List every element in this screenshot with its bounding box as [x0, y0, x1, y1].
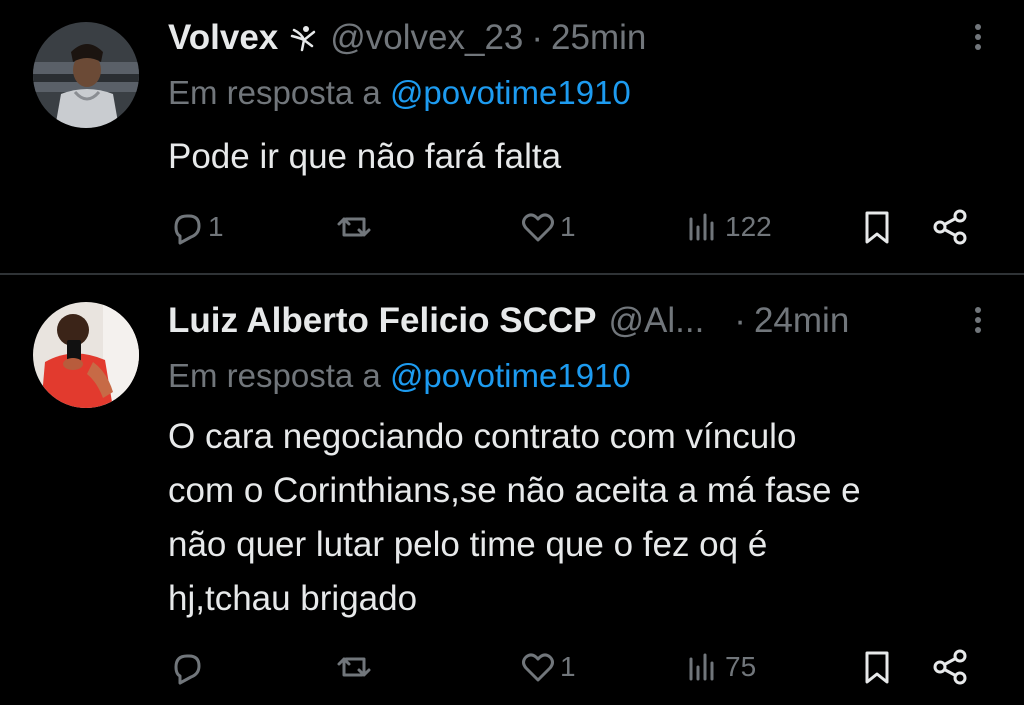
more-options-icon[interactable]	[972, 303, 984, 343]
avatar[interactable]	[33, 302, 139, 408]
tweet[interactable]: Luiz Alberto Felicio SCCP @Al... · 24min…	[0, 275, 1024, 705]
display-name[interactable]: Volvex	[168, 18, 278, 58]
bookmark-icon	[865, 211, 889, 244]
reply-prefix: Em resposta a	[168, 357, 381, 394]
display-name[interactable]: Luiz Alberto Felicio SCCP	[168, 301, 596, 341]
dancer-badge-icon	[288, 23, 318, 53]
like-button[interactable]: 1	[518, 645, 576, 689]
reply-button[interactable]: 1	[166, 205, 224, 249]
tweet-text: Pode ir que não fará falta	[168, 137, 562, 176]
separator-dot: ·	[734, 301, 746, 340]
bookmark-button[interactable]	[857, 645, 897, 689]
like-icon	[522, 653, 554, 682]
share-button[interactable]	[930, 205, 970, 249]
reply-button[interactable]	[166, 645, 208, 689]
avatar-photo	[33, 22, 139, 128]
bookmark-button[interactable]	[857, 205, 897, 249]
share-button[interactable]	[930, 645, 970, 689]
action-bar: 1 1 122	[0, 205, 1024, 249]
avatar-photo	[33, 302, 139, 408]
reply-context: Em resposta a @povotime1910	[168, 74, 631, 112]
retweet-button[interactable]	[334, 645, 374, 689]
timestamp[interactable]: 25min	[551, 18, 646, 58]
reply-icon	[174, 654, 201, 685]
reply-mention-link[interactable]: @povotime1910	[390, 74, 631, 111]
views-button[interactable]: 75	[683, 645, 756, 689]
tweet-header: Luiz Alberto Felicio SCCP @Al... · 24min	[168, 299, 849, 343]
like-count: 1	[560, 211, 576, 242]
view-count: 75	[725, 651, 757, 682]
share-icon	[933, 209, 967, 245]
tweet-text: O cara negociando contrato com vínculo c…	[168, 417, 861, 618]
like-button[interactable]: 1	[518, 205, 576, 249]
like-count: 1	[560, 651, 576, 682]
reply-mention-link[interactable]: @povotime1910	[390, 357, 631, 394]
reply-prefix: Em resposta a	[168, 74, 381, 111]
bookmark-icon	[865, 651, 889, 684]
views-button[interactable]: 122	[683, 205, 772, 249]
separator-dot: ·	[531, 18, 544, 57]
views-icon	[689, 213, 714, 241]
tweet[interactable]: Volvex @volvex_23 · 25min Em resposta a …	[0, 0, 1024, 274]
retweet-icon	[337, 217, 371, 237]
retweet-button[interactable]	[334, 205, 374, 249]
retweet-icon	[337, 657, 371, 677]
tweet-header: Volvex @volvex_23 · 25min	[168, 16, 646, 60]
more-options-icon[interactable]	[972, 20, 984, 60]
avatar[interactable]	[33, 22, 139, 128]
user-handle[interactable]: @Al...	[608, 301, 704, 341]
reply-icon	[174, 214, 201, 245]
views-icon	[689, 653, 714, 681]
reply-context: Em resposta a @povotime1910	[168, 357, 631, 395]
user-handle[interactable]: @volvex_23	[330, 18, 523, 58]
like-icon	[522, 213, 554, 242]
timestamp[interactable]: 24min	[754, 301, 849, 341]
share-icon	[933, 649, 967, 685]
reply-count: 1	[208, 211, 224, 242]
view-count: 122	[725, 211, 772, 242]
action-bar: 1 75	[0, 645, 1024, 689]
